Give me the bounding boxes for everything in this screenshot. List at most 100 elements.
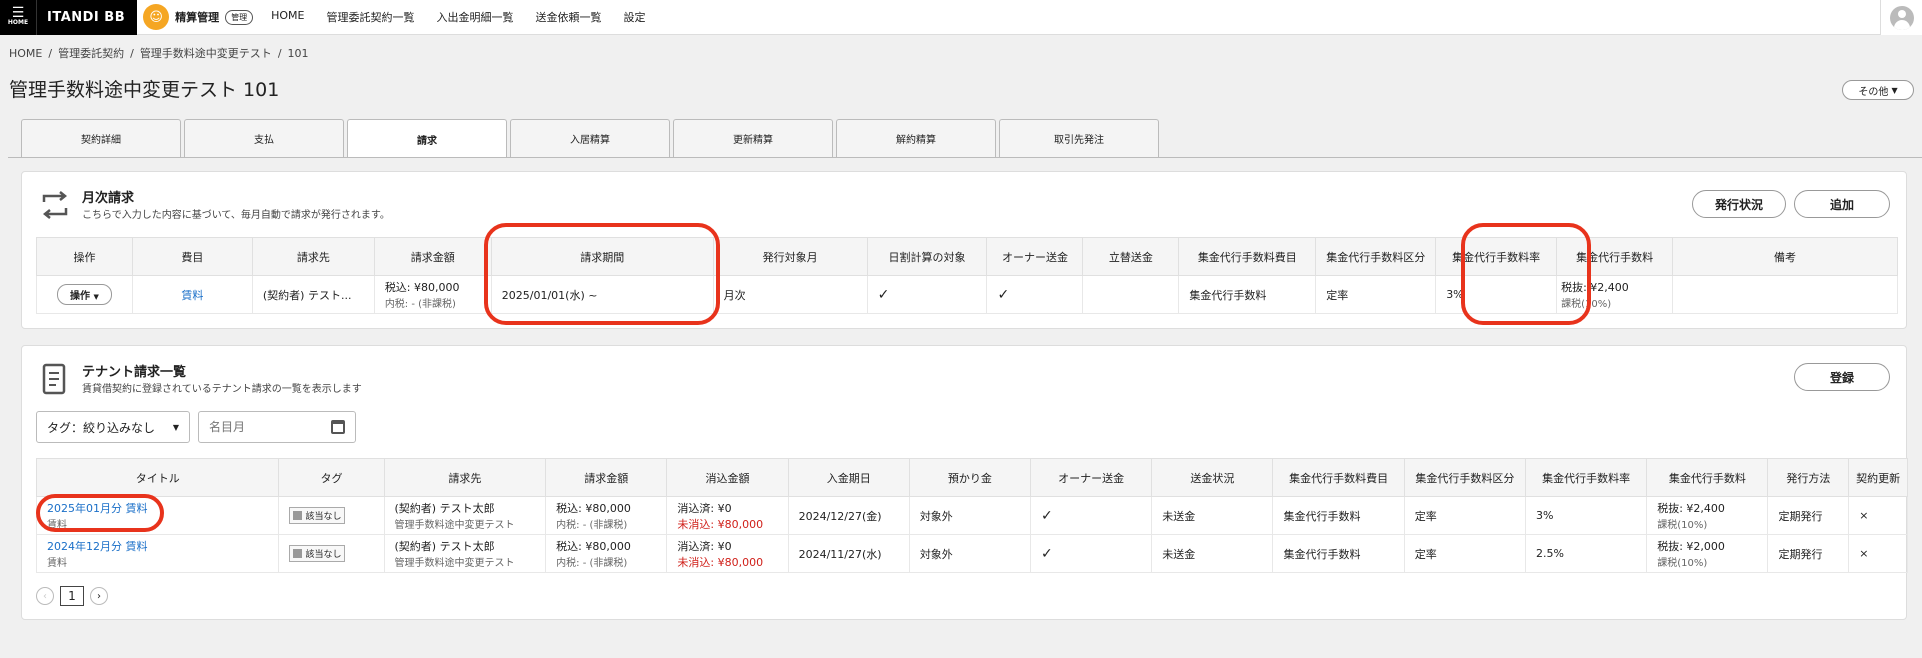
top-bar: ☰ HOME ITANDI BB ☺ 精算管理 管理 HOME 管理委託契約一覧… (0, 0, 1922, 35)
col-amount: 請求金額 (373, 237, 492, 276)
issue-status-button[interactable]: 発行状況 (1692, 190, 1786, 218)
fee-value: 税抜: ¥2,000 (1657, 540, 1725, 553)
issue-method: 定期発行 (1767, 496, 1850, 535)
tenant-subtitle: 賃貸借契約に登録されているテナント請求の一覧を表示します (82, 384, 362, 395)
breadcrumb-home[interactable]: HOME (9, 47, 42, 60)
col-item: 費目 (131, 237, 253, 276)
breadcrumb-contracts[interactable]: 管理委託契約 (58, 47, 124, 60)
nav-settings[interactable]: 設定 (623, 9, 645, 25)
col-deposit: 預かり金 (908, 458, 1032, 497)
breadcrumb-contract[interactable]: 管理手数料途中変更テスト (140, 47, 272, 60)
nav-home[interactable]: HOME (271, 9, 304, 25)
repeat-icon (42, 191, 68, 219)
next-page-button[interactable]: › (90, 587, 108, 605)
app-switcher[interactable]: ☺ 精算管理 管理 (143, 4, 254, 30)
caret-down-icon: ▼ (1891, 85, 1898, 95)
col-note: 備考 (1672, 237, 1898, 276)
col-fee-item: 集金代行手数料費目 (1272, 458, 1405, 497)
page-title: 管理手数料途中変更テスト 101 (9, 79, 280, 101)
avatar-icon (1889, 5, 1914, 30)
col-method: 発行方法 (1767, 458, 1850, 497)
col-remit-status: 送金状況 (1151, 458, 1274, 497)
fee-rate: 3% (1525, 496, 1648, 535)
other-button-label: その他 (1858, 86, 1889, 98)
col-amount: 請求金額 (545, 458, 668, 497)
tag-chip: 該当なし (289, 507, 346, 524)
fee-value: 税抜: ¥2,400 (1657, 502, 1725, 515)
amount-tax: 内税: - (非課税) (556, 520, 628, 531)
fee-item-cell: 集金代行手数料 (1178, 275, 1317, 314)
fee-item: 集金代行手数料 (1272, 534, 1405, 573)
billing-title-link[interactable]: 2024年12月分 賃料 (47, 540, 148, 553)
calendar-icon[interactable] (331, 420, 345, 434)
amount-value: 税込: ¥80,000 (556, 540, 631, 553)
renewal-mark: × (1848, 496, 1908, 535)
user-menu[interactable] (1880, 0, 1922, 35)
item-link[interactable]: 賃料 (181, 289, 203, 302)
breadcrumb-room: 101 (287, 47, 309, 60)
other-dropdown-button[interactable]: その他 ▼ (1842, 80, 1914, 100)
fee-type-cell: 定率 (1315, 275, 1437, 314)
tab-cancellation[interactable]: 解約精算 (836, 119, 996, 157)
col-issue-month: 発行対象月 (712, 237, 868, 276)
note-cell (1672, 275, 1898, 314)
nav-contracts[interactable]: 管理委託契約一覧 (326, 9, 414, 25)
fee-tax: 課税(10%) (1657, 520, 1708, 531)
tab-divider (8, 157, 1922, 158)
issue-month-cell: 月次 (712, 275, 868, 314)
page-number[interactable]: 1 (60, 586, 84, 606)
issue-method: 定期発行 (1767, 534, 1850, 573)
fee-rate: 2.5% (1525, 534, 1648, 573)
prev-page-button[interactable]: ‹ (36, 587, 54, 605)
period-cell: 2025/01/01(水) ~ (490, 275, 714, 314)
col-title: タイトル (35, 458, 280, 497)
tenant-billing-card: テナント請求一覧 賃貸借契約に登録されているテナント請求の一覧を表示します 登録… (21, 345, 1908, 620)
nav-transactions[interactable]: 入出金明細一覧 (436, 9, 513, 25)
tenant-table: タイトル タグ 請求先 請求金額 消込金額 入金期日 預かり金 オーナー送金 送… (35, 458, 1908, 573)
monthly-header-row: 操作 費目 請求先 請求金額 請求期間 発行対象月 日割計算の対象 オーナー送金… (36, 237, 1898, 276)
brand-logo[interactable]: ITANDI BB (36, 0, 138, 35)
fee-rate-cell: 3% (1435, 275, 1558, 314)
tab-bar: 契約詳細 支払 請求 入居精算 更新精算 解約精算 取引先発注 (21, 119, 1162, 158)
tab-billing[interactable]: 請求 (347, 119, 507, 158)
col-bill-to: 請求先 (251, 237, 375, 276)
cleared-value: 消込済: ¥0 (677, 501, 732, 515)
check-icon: ✓ (877, 286, 890, 303)
monthly-billing-card: 月次請求 こちらで入力した内容に基づいて、毎月自動で請求が発行されます。 発行状… (21, 171, 1907, 329)
nav-remittances[interactable]: 送金依頼一覧 (535, 9, 601, 25)
tag-chip: 該当なし (289, 545, 346, 562)
fee-type: 定率 (1403, 496, 1527, 535)
check-icon: ✓ (997, 286, 1010, 303)
deposit: 対象外 (908, 496, 1032, 535)
tab-move-in[interactable]: 入居精算 (510, 119, 670, 157)
table-row: 2025年01月分 賃料 賃料 該当なし (契約者) テスト太郎 管理手数料途中変更… (35, 496, 1908, 535)
caret-down-icon: ▼ (93, 293, 99, 301)
menu-button[interactable]: ☰ HOME (0, 0, 36, 35)
monthly-title: 月次請求 (82, 191, 135, 206)
remit-status: 未送金 (1151, 534, 1274, 573)
tab-vendor-orders[interactable]: 取引先発注 (999, 119, 1159, 157)
amount-value: 税込: ¥80,000 (556, 502, 631, 515)
uncleared-value: 未消込: ¥80,000 (677, 555, 764, 569)
renewal-mark: × (1848, 534, 1908, 573)
tab-contract-details[interactable]: 契約詳細 (21, 119, 181, 157)
menu-home-label: HOME (7, 19, 29, 26)
col-owner-remit: オーナー送金 (986, 237, 1084, 276)
advance-cell (1082, 275, 1180, 314)
billing-title-link[interactable]: 2025年01月分 賃料 (47, 502, 148, 515)
app-name: 精算管理 (175, 11, 220, 24)
tab-renewal[interactable]: 更新精算 (673, 119, 833, 157)
billing-title-sub: 賃料 (47, 520, 67, 531)
tab-payments[interactable]: 支払 (184, 119, 344, 157)
amount-tax: 内税: - (非課税) (384, 299, 456, 310)
register-button[interactable]: 登録 (1794, 363, 1890, 391)
bill-to: (契約者) テスト太郎 (394, 540, 495, 553)
app-logo-icon: ☺ (143, 4, 170, 30)
remit-status: 未送金 (1151, 496, 1274, 535)
breadcrumb: HOME / 管理委託契約 / 管理手数料途中変更テスト/101 (9, 47, 309, 60)
row-ops-button[interactable]: 操作 ▼ (57, 284, 112, 305)
bill-to: (契約者) テスト太郎 (394, 502, 495, 515)
tag-filter-select[interactable]: タグ：絞り込みなし ▼ (36, 411, 190, 443)
add-button[interactable]: 追加 (1794, 190, 1890, 218)
fee-value: 税抜: ¥2,400 (1561, 281, 1629, 294)
